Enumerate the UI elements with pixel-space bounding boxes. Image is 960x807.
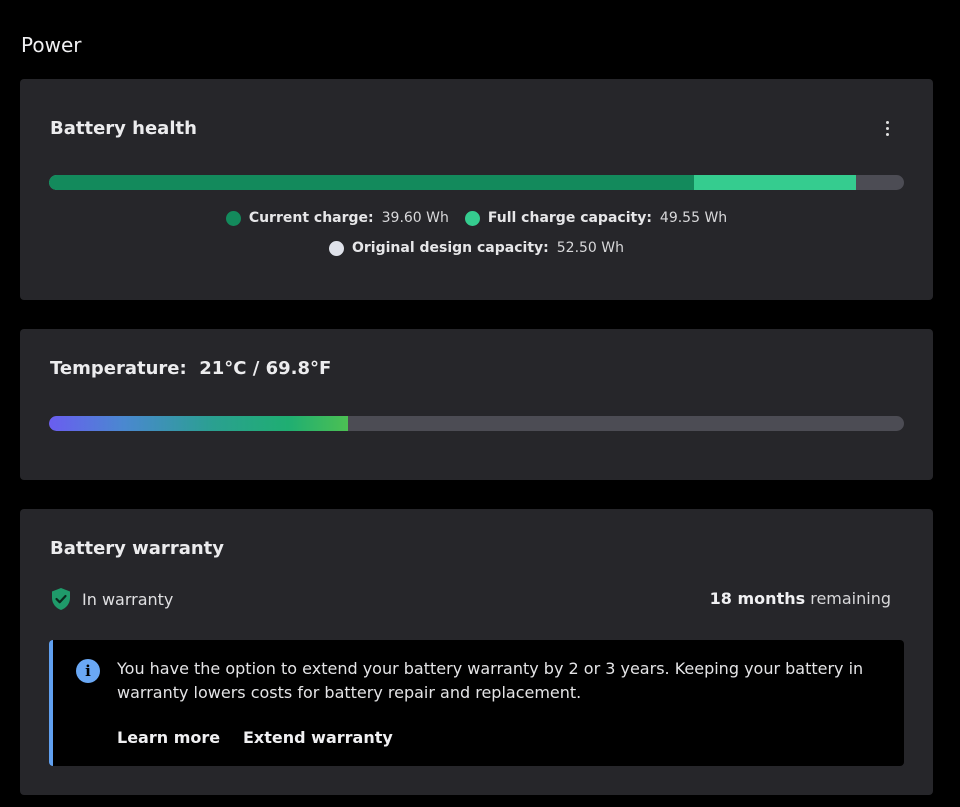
legend-full-charge-capacity: Full charge capacity: 49.55 Wh (464, 210, 728, 226)
learn-more-link[interactable]: Learn more (117, 728, 220, 747)
current-charge-label: Current charge: (248, 210, 374, 226)
warranty-info-text: You have the option to extend your batte… (117, 659, 864, 702)
current-charge-dot-icon (225, 210, 241, 226)
extend-warranty-link[interactable]: Extend warranty (243, 728, 393, 747)
current-charge-fill (49, 175, 694, 190)
page-title: Power (21, 33, 82, 57)
warranty-info-box: i You have the option to extend your bat… (49, 640, 904, 766)
more-vertical-icon-dot (885, 126, 889, 130)
temperature-fill (49, 416, 349, 431)
design-capacity-label: Original design capacity: (351, 240, 549, 256)
temperature-card: Temperature: 21°C / 69.8°F (20, 329, 933, 480)
design-capacity-dot-icon (328, 240, 344, 256)
battery-health-title: Battery health (50, 118, 197, 139)
warranty-status: In warranty (50, 587, 173, 611)
warranty-remaining-suffix: remaining (805, 589, 891, 608)
battery-capacity-bar (49, 175, 904, 190)
battery-health-card: Battery health Current charge: 39.60 Wh … (20, 79, 933, 300)
current-charge-value: 39.60 Wh (381, 210, 449, 226)
more-vertical-icon (885, 120, 889, 124)
warranty-status-text: In warranty (82, 589, 174, 609)
temperature-bar (49, 416, 904, 431)
warranty-remaining: 18 months remaining (710, 589, 891, 608)
legend-design-capacity: Original design capacity: 52.50 Wh (328, 240, 624, 256)
battery-warranty-title: Battery warranty (50, 538, 224, 559)
temperature-title: Temperature: 21°C / 69.8°F (50, 358, 331, 379)
legend-current-charge: Current charge: 39.60 Wh (225, 210, 449, 226)
full-charge-dot-icon (464, 210, 480, 226)
shield-check-icon (52, 588, 70, 610)
temperature-label: Temperature: (50, 358, 187, 379)
battery-legend-row-1: Current charge: 39.60 Wh Full charge cap… (20, 210, 933, 226)
design-capacity-value: 52.50 Wh (556, 240, 624, 256)
warranty-remaining-months: 18 months (709, 589, 806, 608)
battery-legend-row-2: Original design capacity: 52.50 Wh (20, 240, 933, 256)
full-charge-value: 49.55 Wh (659, 210, 728, 226)
info-icon: i (76, 659, 100, 683)
more-options-button[interactable] (879, 117, 895, 139)
battery-warranty-card: Battery warranty In warranty 18 months r… (20, 509, 933, 795)
more-vertical-icon-dot (885, 132, 889, 136)
full-charge-label: Full charge capacity: (487, 210, 652, 226)
temperature-value: 21°C / 69.8°F (199, 358, 332, 379)
